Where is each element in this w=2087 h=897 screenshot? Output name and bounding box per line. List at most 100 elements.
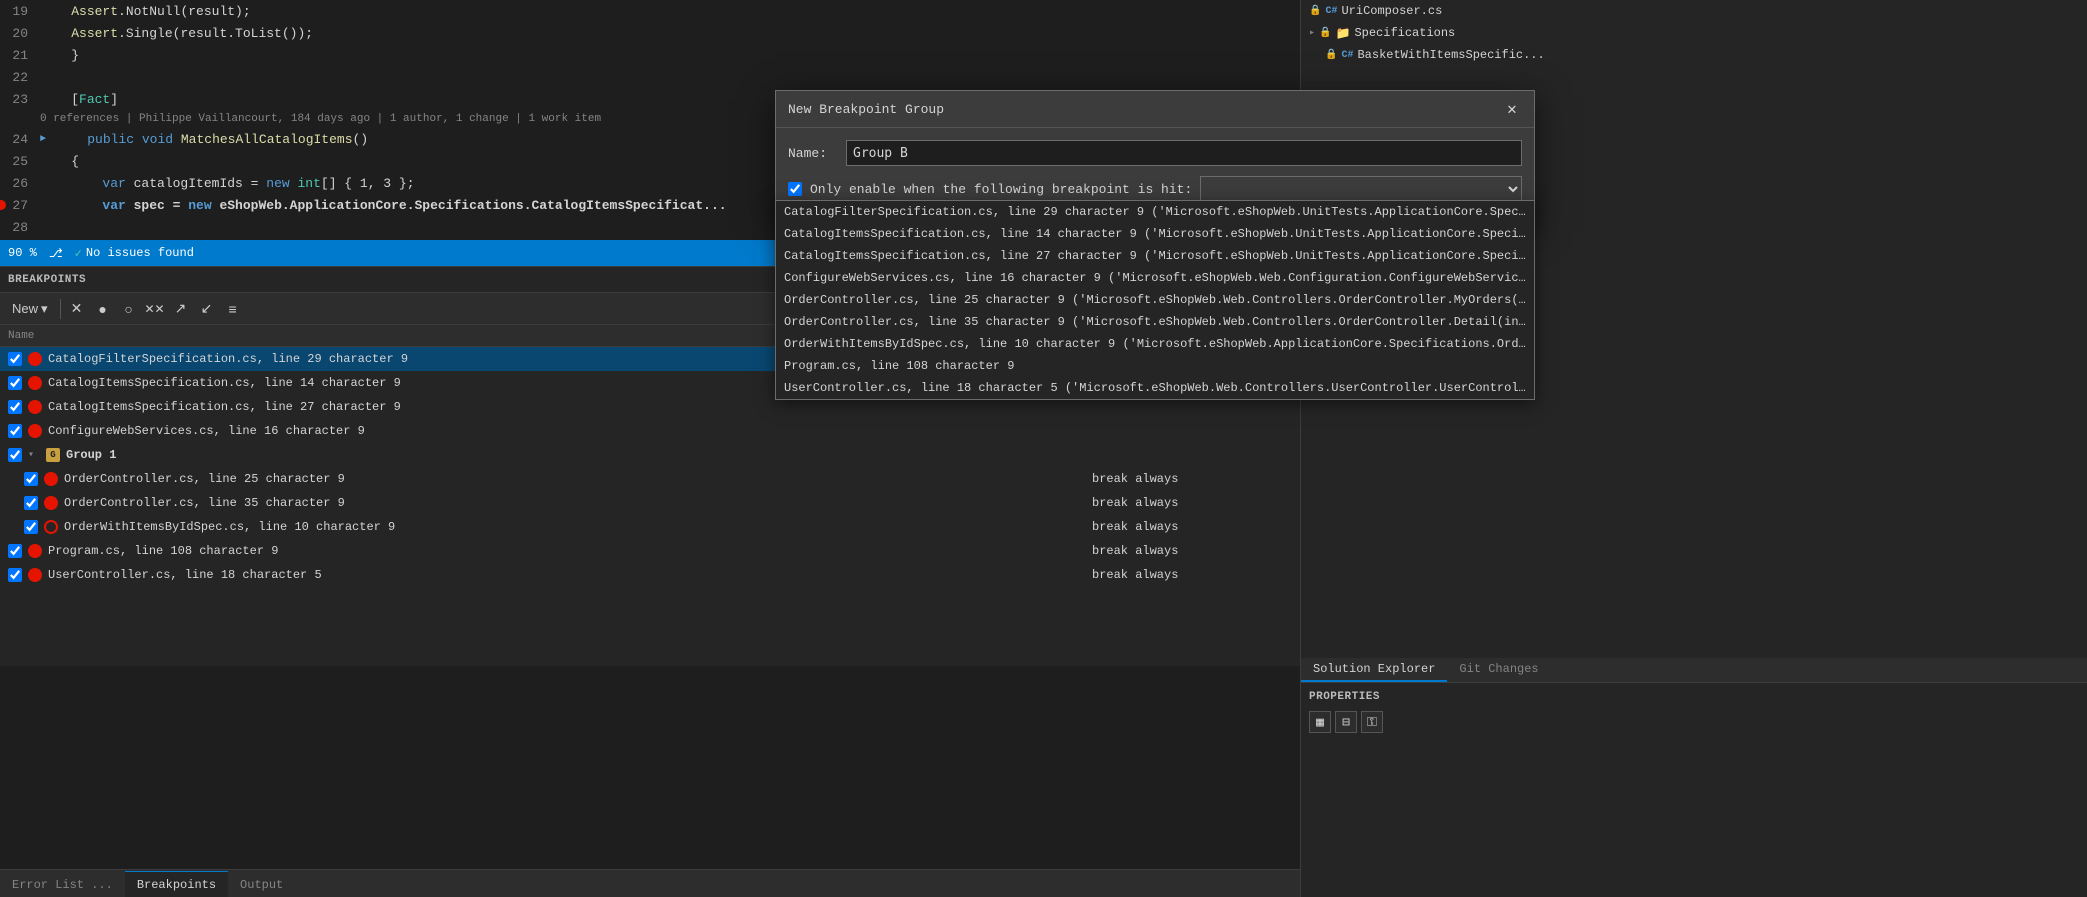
dropdown-item[interactable]: Program.cs, line 108 character 9 [776, 355, 1534, 377]
bp-checkbox[interactable] [8, 352, 22, 366]
dropdown-item[interactable]: CatalogItemsSpecification.cs, line 27 ch… [776, 245, 1534, 267]
group-checkbox[interactable] [8, 448, 22, 462]
bp-checkbox[interactable] [8, 568, 22, 582]
modal-close-button[interactable]: ✕ [1502, 99, 1522, 119]
export-button[interactable]: ↗ [169, 297, 193, 321]
new-dropdown-icon: ▾ [41, 301, 48, 317]
group-arrow-icon: ▾ [28, 449, 40, 461]
lock-icon-basket: 🔒 [1325, 49, 1337, 61]
group-name: Group 1 [66, 448, 1292, 462]
bp-condition: break always [1092, 472, 1292, 486]
prop-filter-button[interactable]: ⊟ [1335, 711, 1357, 733]
enable-when-hit-checkbox[interactable] [788, 182, 802, 196]
delete-button[interactable]: ✕ [65, 297, 89, 321]
code-line-21: 21 } [0, 44, 780, 66]
bp-name: ConfigureWebServices.cs, line 16 charact… [48, 424, 1292, 438]
dropdown-item[interactable]: CatalogItemsSpecification.cs, line 14 ch… [776, 223, 1534, 245]
bp-checkbox[interactable] [24, 520, 38, 534]
properties-icons: ▦ ⊟ ⚿ [1301, 707, 2087, 737]
properties-section: Properties ▦ ⊟ ⚿ [1301, 687, 2087, 737]
group-folder-icon: G [46, 448, 60, 462]
breakpoint-dropdown-list[interactable]: CatalogFilterSpecification.cs, line 29 c… [775, 200, 1535, 400]
bp-checkbox[interactable] [8, 544, 22, 558]
bp-dot-icon [28, 424, 42, 438]
columns-button[interactable]: ≡ [221, 297, 245, 321]
folder-icon: 📁 [1335, 26, 1350, 41]
git-icon: ⎇ [49, 246, 63, 261]
se-tabs: Solution Explorer Git Changes [1301, 658, 2087, 683]
lock-icon: 🔒 [1309, 5, 1321, 17]
enable-all-button[interactable]: ● [91, 297, 115, 321]
code-line-24: 24 ► public void MatchesAllCatalogItems(… [0, 128, 780, 150]
breakpoint-group[interactable]: ▾ G Group 1 [0, 443, 1300, 467]
bp-condition: break always [1092, 520, 1292, 534]
bp-condition: break always [1092, 496, 1292, 510]
zoom-level: 90 % [8, 246, 37, 260]
breakpoint-dropdown[interactable] [1200, 176, 1522, 202]
code-line-27: 27 var spec = new eShopWeb.ApplicationCo… [0, 194, 780, 216]
issues-status: ✓ No issues found [75, 246, 194, 261]
bp-name: CatalogItemsSpecification.cs, line 27 ch… [48, 400, 1292, 414]
checkbox-row: Only enable when the following breakpoin… [788, 176, 1522, 202]
se-arrow-icon: ▸ [1309, 27, 1315, 39]
bp-name: OrderController.cs, line 35 character 9 [64, 496, 1086, 510]
code-meta: 0 references | Philippe Vaillancourt, 18… [0, 110, 780, 128]
modal-title: New Breakpoint Group [788, 102, 944, 117]
bp-dot-icon [28, 400, 42, 414]
tab-error-list[interactable]: Error List ... [0, 871, 125, 897]
bp-condition: break always [1092, 568, 1292, 582]
bp-dot-icon [28, 544, 42, 558]
dropdown-item[interactable]: OrderController.cs, line 25 character 9 … [776, 289, 1534, 311]
bp-checkbox[interactable] [8, 400, 22, 414]
tab-solution-explorer[interactable]: Solution Explorer [1301, 658, 1447, 682]
cs-file-icon: C# [1325, 6, 1337, 17]
bp-condition: break always [1092, 544, 1292, 558]
dropdown-item[interactable]: ConfigureWebServices.cs, line 16 charact… [776, 267, 1534, 289]
properties-label: Properties [1301, 687, 2087, 707]
prop-grid-button[interactable]: ▦ [1309, 711, 1331, 733]
tab-breakpoints[interactable]: Breakpoints [125, 871, 228, 897]
code-editor: 19 Assert.NotNull(result); 20 Assert.Sin… [0, 0, 780, 240]
bp-dot-icon [28, 352, 42, 366]
dropdown-item[interactable]: OrderController.cs, line 35 character 9 … [776, 311, 1534, 333]
new-button[interactable]: New ▾ [4, 297, 56, 321]
import-button[interactable]: ↙ [195, 297, 219, 321]
code-line-19: 19 Assert.NotNull(result); [0, 0, 780, 22]
breakpoint-item[interactable]: OrderController.cs, line 25 character 9 … [0, 467, 1300, 491]
bp-dot-icon [44, 520, 58, 534]
bp-name: UserController.cs, line 18 character 5 [48, 568, 1086, 582]
bp-dot-icon [44, 472, 58, 486]
dropdown-item[interactable]: CatalogFilterSpecification.cs, line 29 c… [776, 201, 1534, 223]
se-item-basketwithitems[interactable]: 🔒 C# BasketWithItemsSpecific... [1301, 44, 2087, 66]
name-row: Name: [788, 140, 1522, 166]
se-file-name-basket: BasketWithItemsSpecific... [1357, 48, 1544, 62]
tab-git-changes[interactable]: Git Changes [1447, 658, 1550, 682]
name-input[interactable] [846, 140, 1522, 166]
modal-header: New Breakpoint Group ✕ [776, 91, 1534, 128]
bp-dot-icon [28, 568, 42, 582]
bp-name: OrderController.cs, line 25 character 9 [64, 472, 1086, 486]
bp-name: OrderWithItemsByIdSpec.cs, line 10 chara… [64, 520, 1086, 534]
bp-checkbox[interactable] [24, 472, 38, 486]
prop-key-button[interactable]: ⚿ [1361, 711, 1383, 733]
breakpoint-item[interactable]: UserController.cs, line 18 character 5 b… [0, 563, 1300, 587]
se-item-uricomposer[interactable]: 🔒 C# UriComposer.cs [1301, 0, 2087, 22]
delete-all-button[interactable]: ✕✕ [143, 297, 167, 321]
dropdown-item[interactable]: UserController.cs, line 18 character 5 (… [776, 377, 1534, 399]
bp-checkbox[interactable] [24, 496, 38, 510]
breakpoint-item[interactable]: ConfigureWebServices.cs, line 16 charact… [0, 419, 1300, 443]
dropdown-item[interactable]: OrderWithItemsByIdSpec.cs, line 10 chara… [776, 333, 1534, 355]
bottom-tabs: Error List ... Breakpoints Output [0, 869, 1300, 897]
code-line-22: 22 [0, 66, 780, 88]
tab-output[interactable]: Output [228, 871, 295, 897]
bp-checkbox[interactable] [8, 376, 22, 390]
code-line-28: 28 [0, 216, 780, 238]
se-item-specifications[interactable]: ▸ 🔒 📁 Specifications [1301, 22, 2087, 44]
breakpoint-item[interactable]: OrderController.cs, line 35 character 9 … [0, 491, 1300, 515]
disable-all-button[interactable]: ○ [117, 297, 141, 321]
breakpoint-item[interactable]: OrderWithItemsByIdSpec.cs, line 10 chara… [0, 515, 1300, 539]
bp-checkbox[interactable] [8, 424, 22, 438]
code-line-26: 26 var catalogItemIds = new int[] { 1, 3… [0, 172, 780, 194]
name-label: Name: [788, 146, 838, 161]
breakpoint-item[interactable]: Program.cs, line 108 character 9 break a… [0, 539, 1300, 563]
